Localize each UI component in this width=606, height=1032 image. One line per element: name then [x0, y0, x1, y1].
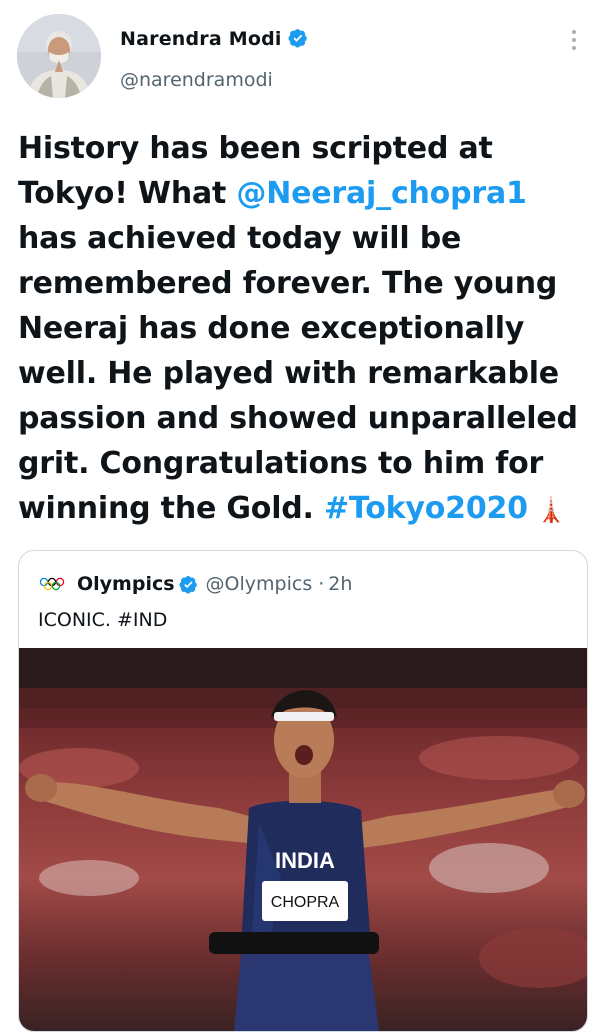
author-handle[interactable]: @narendramodi	[120, 69, 273, 91]
separator-dot: ·	[318, 573, 325, 595]
tweet-line: grit. Congratulations to him for	[18, 446, 544, 481]
mention-link[interactable]: @Neeraj_chopra1	[236, 176, 526, 211]
verified-badge-icon	[179, 575, 197, 594]
author-name-text: Narendra Modi	[120, 28, 282, 50]
jersey-text: INDIA	[275, 848, 335, 873]
more-options-icon[interactable]	[566, 30, 582, 54]
tweet-line: winning the Gold. #Tokyo2020 🗼	[18, 486, 588, 533]
verified-badge-icon	[288, 29, 307, 48]
tweet-line: well. He played with remarkable	[18, 356, 559, 391]
tweet-text: History has been scripted at Tokyo! What…	[18, 126, 588, 533]
tweet-line: remembered forever. The young	[18, 266, 558, 301]
profile-photo-icon	[17, 14, 101, 98]
bib-text: CHOPRA	[271, 894, 340, 911]
tweet-line-text: Tokyo! What	[18, 176, 237, 211]
quoted-timestamp[interactable]: 2h	[328, 573, 352, 595]
hashtag-link[interactable]: #Tokyo2020	[324, 491, 528, 526]
quoted-author-name[interactable]: Olympics	[77, 573, 175, 595]
tweet-line: Neeraj has done exceptionally	[18, 311, 525, 346]
tweet-line: passion and showed unparalleled	[18, 401, 578, 436]
tweet-line-text: winning the Gold.	[18, 491, 324, 526]
quoted-tweet-card[interactable]: Olympics @Olympics · 2h ICONIC. #IND IND…	[18, 550, 588, 1032]
quoted-tweet-photo[interactable]: INDIA CHOPRA	[19, 648, 587, 1031]
quoted-tweet-text: ICONIC. #IND	[38, 609, 168, 631]
tweet-line: History has been scripted at	[18, 131, 493, 166]
athlete-celebration-photo-icon: INDIA CHOPRA	[19, 648, 587, 1031]
quoted-tweet-header: Olympics @Olympics · 2h	[39, 569, 352, 599]
tokyo-tower-emoji-icon: 🗼	[527, 496, 566, 524]
avatar[interactable]	[17, 14, 101, 98]
olympic-rings-icon	[39, 577, 65, 591]
quoted-author-handle[interactable]: @Olympics	[206, 573, 313, 595]
author-name[interactable]: Narendra Modi	[120, 28, 308, 50]
tweet-line: Tokyo! What @Neeraj_chopra1	[18, 171, 588, 216]
tweet-line: has achieved today will be	[18, 221, 462, 256]
